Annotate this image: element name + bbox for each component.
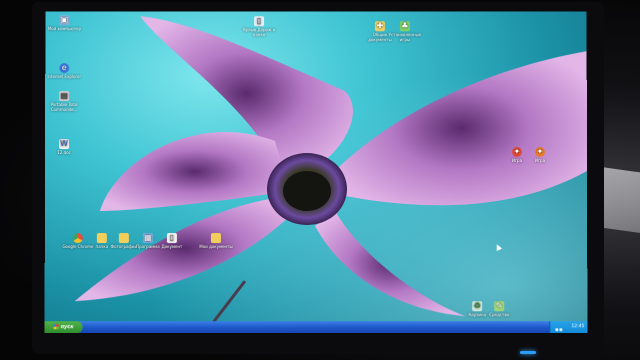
start-label: пуск: [60, 324, 74, 331]
desktop-icon-installed-games[interactable]: ♣ Установленные игры: [388, 21, 422, 42]
tray-clock: 12:45: [571, 324, 585, 330]
file-shortcut-icon: ▯: [254, 16, 265, 27]
file-icon: ▯: [166, 233, 177, 244]
folder-icon: [210, 233, 221, 244]
recycle-bin-icon: ♻: [472, 301, 483, 312]
chrome-icon: [72, 233, 83, 244]
folder-icon: [118, 233, 129, 244]
network-icon: [555, 328, 559, 332]
petal-right: [335, 51, 588, 206]
tool-icon: ✎: [494, 301, 505, 312]
start-button[interactable]: пуск: [44, 321, 83, 334]
desktop-icon-internet-explorer[interactable]: e Internet Explorer: [47, 63, 81, 79]
desktop-icon-app-bottom-2[interactable]: ✎ Средство: [482, 301, 516, 317]
tray-icons: [553, 325, 563, 332]
taskbar: пуск 12:45: [44, 321, 588, 334]
desktop-icon-app-right-2[interactable]: ✦ Игра: [523, 147, 557, 163]
desktop-screen[interactable]: ▣ Мой компьютер e Internet Explorer ▤ Po…: [44, 11, 588, 334]
word-doc-icon: W: [59, 139, 70, 150]
game-app-icon: ✦: [511, 147, 522, 158]
petal-bottom-right: [314, 210, 465, 316]
desktop-icon-shortcut-top[interactable]: ▯ Ярлык Дорож к папке: [242, 16, 276, 37]
desktop-icon-doc-file[interactable]: W 12.doc: [47, 139, 81, 155]
petal-left: [99, 132, 290, 211]
wallpaper-flower: [74, 16, 588, 334]
total-commander-icon: ▤: [59, 91, 70, 102]
volume-icon: [559, 328, 563, 332]
windows-logo-icon: [53, 324, 59, 330]
desktop-icon-folder-c[interactable]: Мои документы: [199, 233, 233, 249]
games-icon: ♣: [399, 21, 410, 32]
desktop-icon-total-commander[interactable]: ▤ Portable Total Commande...: [47, 91, 81, 112]
folder-icon: [96, 233, 107, 244]
desktop-icon-file-a[interactable]: ▯ Документ: [155, 233, 189, 249]
power-led: [520, 351, 536, 354]
ie-icon: e: [59, 63, 70, 74]
folder-shared-icon: ✚: [374, 21, 385, 32]
game-app-icon: ✦: [534, 147, 545, 158]
computer-icon: ▣: [59, 15, 70, 26]
desktop-icon-my-computer[interactable]: ▣ Мой компьютер: [47, 15, 81, 31]
system-tray[interactable]: 12:45: [549, 321, 588, 334]
program-icon: ▦: [142, 233, 153, 244]
